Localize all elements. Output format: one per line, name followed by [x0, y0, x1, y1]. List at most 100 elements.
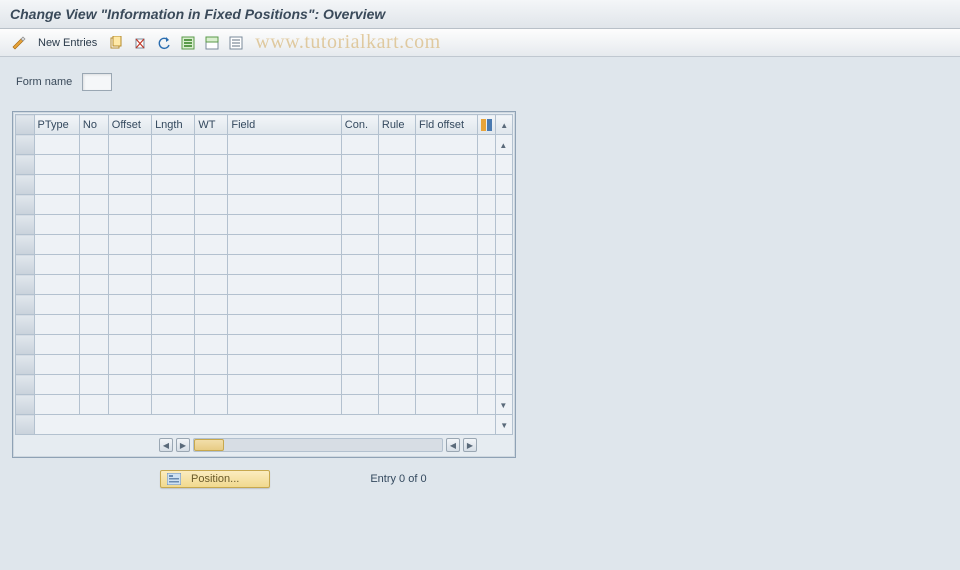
grid-cell[interactable]	[228, 215, 341, 235]
scroll-left-start-button[interactable]: ◀	[159, 438, 173, 452]
grid-cell[interactable]	[34, 295, 79, 315]
col-fldoffset[interactable]: Fld offset	[415, 115, 477, 135]
scroll-track-cell[interactable]	[496, 215, 513, 235]
row-selector[interactable]	[16, 155, 35, 175]
grid-cell[interactable]	[378, 275, 415, 295]
grid-cell[interactable]	[152, 215, 195, 235]
grid-cell[interactable]	[195, 215, 228, 235]
grid-cell[interactable]	[152, 255, 195, 275]
grid-cell[interactable]	[477, 215, 496, 235]
scroll-thumb[interactable]	[194, 439, 224, 451]
grid-cell[interactable]	[477, 355, 496, 375]
grid-cell[interactable]	[195, 175, 228, 195]
table-row[interactable]: ▼	[16, 395, 513, 415]
grid-cell[interactable]	[228, 155, 341, 175]
grid-cell[interactable]	[34, 175, 79, 195]
row-selector[interactable]	[16, 355, 35, 375]
grid-cell[interactable]	[108, 315, 151, 335]
grid-cell[interactable]	[79, 335, 108, 355]
scroll-track-cell[interactable]	[496, 355, 513, 375]
grid-cell[interactable]	[378, 335, 415, 355]
grid-cell[interactable]	[341, 235, 378, 255]
grid-cell[interactable]	[152, 335, 195, 355]
grid-cell[interactable]	[195, 195, 228, 215]
grid-cell[interactable]	[378, 175, 415, 195]
grid-cell[interactable]	[108, 395, 151, 415]
delete-icon[interactable]	[131, 34, 149, 52]
grid-cell[interactable]	[34, 315, 79, 335]
grid-cell[interactable]	[79, 355, 108, 375]
select-all-icon[interactable]	[179, 34, 197, 52]
grid-cell[interactable]	[79, 395, 108, 415]
grid-cell[interactable]	[378, 295, 415, 315]
col-field[interactable]: Field	[228, 115, 341, 135]
grid-cell[interactable]	[108, 215, 151, 235]
table-row[interactable]	[16, 175, 513, 195]
grid-cell[interactable]	[108, 135, 151, 155]
grid-cell[interactable]	[34, 195, 79, 215]
grid-cell[interactable]	[79, 155, 108, 175]
grid-cell[interactable]	[79, 195, 108, 215]
grid-cell[interactable]	[108, 295, 151, 315]
grid-cell[interactable]	[228, 235, 341, 255]
scroll-track-cell[interactable]: ▼	[496, 395, 513, 415]
row-selector[interactable]	[16, 175, 35, 195]
grid-cell[interactable]	[477, 235, 496, 255]
grid-cell[interactable]	[228, 175, 341, 195]
table-row[interactable]	[16, 295, 513, 315]
grid-cell[interactable]	[341, 335, 378, 355]
copy-icon[interactable]	[107, 34, 125, 52]
grid-cell[interactable]	[378, 155, 415, 175]
grid-cell[interactable]	[415, 135, 477, 155]
grid-cell[interactable]	[108, 275, 151, 295]
grid-cell[interactable]	[195, 355, 228, 375]
grid-cell[interactable]	[34, 395, 79, 415]
grid-cell[interactable]	[34, 235, 79, 255]
grid-cell[interactable]	[415, 215, 477, 235]
row-selector[interactable]	[16, 315, 35, 335]
grid-cell[interactable]	[341, 375, 378, 395]
grid-cell[interactable]	[415, 235, 477, 255]
col-offset[interactable]: Offset	[108, 115, 151, 135]
grid-cell[interactable]	[477, 315, 496, 335]
row-selector[interactable]	[16, 395, 35, 415]
grid-cell[interactable]	[378, 375, 415, 395]
grid-cell[interactable]	[228, 375, 341, 395]
scroll-left-button[interactable]: ▶	[176, 438, 190, 452]
grid-cell[interactable]	[152, 375, 195, 395]
grid-cell[interactable]	[108, 255, 151, 275]
table-row[interactable]: ▲	[16, 135, 513, 155]
table-row[interactable]	[16, 335, 513, 355]
grid-cell[interactable]	[341, 355, 378, 375]
grid-cell[interactable]	[341, 155, 378, 175]
grid-cell[interactable]	[415, 255, 477, 275]
grid-cell[interactable]	[108, 335, 151, 355]
row-selector[interactable]	[16, 275, 35, 295]
grid-cell[interactable]	[341, 315, 378, 335]
scroll-track-cell[interactable]	[496, 155, 513, 175]
scroll-track-cell[interactable]: ▲	[496, 135, 513, 155]
grid-cell[interactable]	[378, 235, 415, 255]
grid-cell[interactable]	[477, 195, 496, 215]
grid-cell[interactable]	[378, 135, 415, 155]
grid-cell[interactable]	[228, 335, 341, 355]
scroll-right-end-button[interactable]: ▶	[463, 438, 477, 452]
grid-cell[interactable]	[79, 175, 108, 195]
grid-cell[interactable]	[415, 355, 477, 375]
grid-cell[interactable]	[477, 155, 496, 175]
table-row[interactable]	[16, 195, 513, 215]
grid-cell[interactable]	[34, 275, 79, 295]
col-con[interactable]: Con.	[341, 115, 378, 135]
grid-cell[interactable]	[152, 235, 195, 255]
grid-cell[interactable]	[477, 135, 496, 155]
grid-cell[interactable]	[108, 195, 151, 215]
grid-cell[interactable]	[152, 295, 195, 315]
grid-cell[interactable]	[108, 235, 151, 255]
table-row[interactable]	[16, 375, 513, 395]
grid-cell[interactable]	[79, 135, 108, 155]
grid-cell[interactable]	[152, 175, 195, 195]
grid-cell[interactable]	[477, 335, 496, 355]
grid-cell[interactable]	[152, 195, 195, 215]
grid-cell[interactable]	[79, 315, 108, 335]
scroll-track-cell[interactable]	[496, 295, 513, 315]
